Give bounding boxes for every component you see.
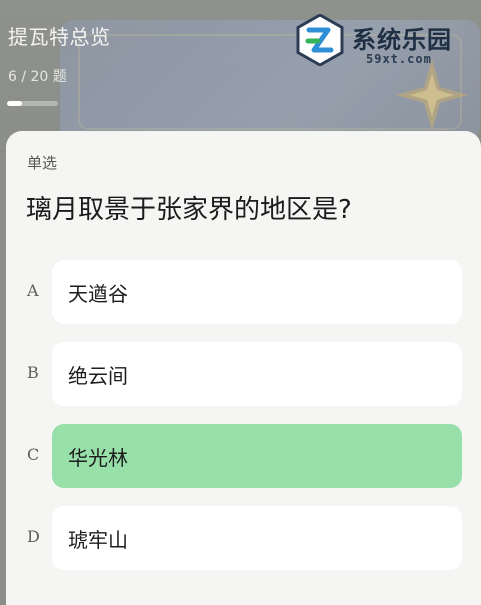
header-area: 提瓦特总览 6 / 20 题 系统乐园 59xt.com [0, 0, 481, 150]
question-text: 璃月取景于张家界的地区是? [26, 195, 352, 225]
progress-bar [7, 101, 58, 106]
watermark-brand: 系统乐园 [352, 26, 452, 54]
question-card: 单选 璃月取景于张家界的地区是? A 天遒谷 B 绝云间 C 华光林 D 琥牢山 [6, 131, 481, 605]
option-c-button[interactable]: 华光林 [52, 424, 462, 488]
page-title: 提瓦特总览 [8, 25, 111, 49]
option-b: B 绝云间 [6, 342, 481, 406]
option-label: 天遒谷 [68, 282, 128, 306]
option-b-button[interactable]: 绝云间 [52, 342, 462, 406]
option-a-button[interactable]: 天遒谷 [52, 260, 462, 324]
option-letter: B [27, 363, 39, 382]
option-label: 绝云间 [68, 364, 128, 388]
logo-mark-icon [296, 14, 344, 66]
option-letter: D [27, 527, 40, 546]
question-progress-text: 6 / 20 题 [8, 69, 67, 85]
option-label: 华光林 [68, 446, 128, 470]
option-a: A 天遒谷 [6, 260, 481, 324]
option-label: 琥牢山 [68, 528, 128, 552]
option-letter: C [27, 445, 40, 464]
watermark-domain: 59xt.com [366, 52, 432, 66]
question-type-label: 单选 [27, 154, 58, 172]
watermark-logo: 系统乐园 59xt.com [292, 12, 464, 70]
option-letter: A [27, 281, 39, 300]
progress-bar-fill [7, 101, 23, 106]
option-d-button[interactable]: 琥牢山 [52, 506, 462, 570]
option-c: C 华光林 [6, 424, 481, 488]
option-d: D 琥牢山 [6, 506, 481, 570]
